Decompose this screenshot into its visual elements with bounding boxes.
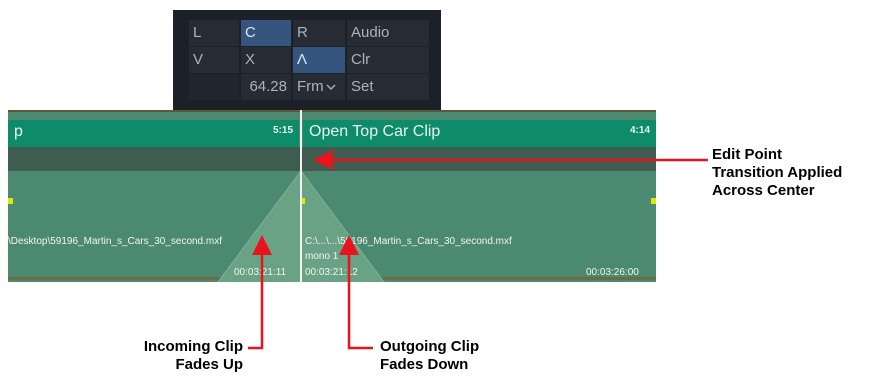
incoming-note-line2: Fades Up [175, 356, 243, 373]
incoming-note-line1: Incoming Clip [143, 338, 243, 355]
incoming-clip-note: Incoming Clip Fades Up [103, 338, 243, 374]
edit-point-note-line1: Edit Point [712, 146, 782, 163]
outgoing-clip-arrow [339, 235, 373, 350]
edit-point-note-line3: Across Center [712, 182, 815, 199]
outgoing-note-line2: Fades Down [380, 356, 469, 373]
edit-point-note-line2: Transition Applied [712, 164, 843, 181]
incoming-clip-arrow [248, 235, 272, 350]
outgoing-note-line1: Outgoing Clip [380, 338, 480, 355]
outgoing-clip-note: Outgoing Clip Fades Down [380, 338, 479, 374]
edit-point-note: Edit Point Transition Applied Across Cen… [712, 146, 842, 200]
